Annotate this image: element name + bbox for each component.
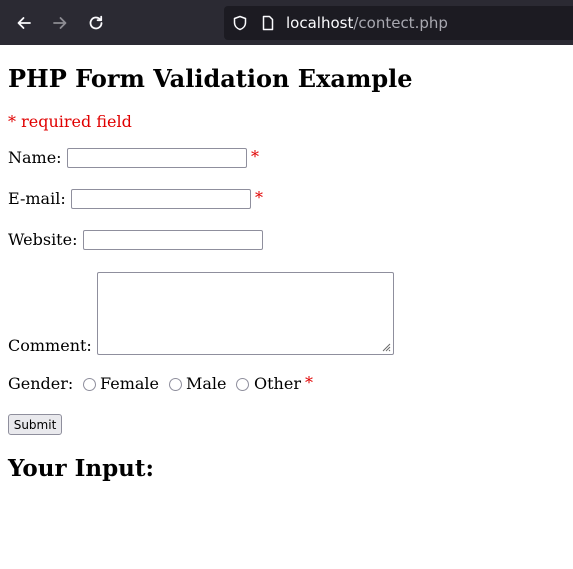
resize-grip-icon[interactable] <box>381 342 391 352</box>
your-input-heading: Your Input: <box>8 455 155 482</box>
reload-icon <box>89 15 103 30</box>
radio-male-label: Male <box>186 374 227 393</box>
name-label: Name: <box>8 148 62 167</box>
forward-arrow-icon <box>53 17 67 29</box>
required-field-note: * required field <box>8 112 132 131</box>
tracking-shield-icon[interactable] <box>232 15 248 31</box>
radio-other-label: Other <box>254 374 301 393</box>
name-required-marker: * <box>251 147 259 166</box>
page-info-icon[interactable] <box>260 15 276 31</box>
url-bar[interactable]: localhost/contect.php <box>224 6 573 40</box>
email-required-marker: * <box>255 188 263 207</box>
website-input[interactable] <box>83 230 263 250</box>
submit-button[interactable]: Submit <box>8 414 62 435</box>
radio-female-label: Female <box>100 374 159 393</box>
reload-button[interactable] <box>81 8 111 38</box>
comment-label: Comment: <box>8 336 92 355</box>
gender-label: Gender: <box>8 374 74 393</box>
back-arrow-icon <box>17 17 31 29</box>
gender-required-marker: * <box>305 373 313 392</box>
email-input[interactable] <box>71 189 251 209</box>
radio-female[interactable] <box>83 378 96 391</box>
back-button[interactable] <box>9 8 39 38</box>
forward-button[interactable] <box>45 8 75 38</box>
page-title: PHP Form Validation Example <box>8 64 413 93</box>
url-path: /contect.php <box>353 14 448 32</box>
radio-male[interactable] <box>169 378 182 391</box>
radio-other[interactable] <box>236 378 249 391</box>
url-host: localhost <box>286 14 354 32</box>
comment-textarea[interactable] <box>97 272 394 355</box>
url-text[interactable]: localhost/contect.php <box>286 13 448 33</box>
email-label: E-mail: <box>8 189 66 208</box>
website-label: Website: <box>8 230 78 249</box>
name-input[interactable] <box>67 148 247 168</box>
browser-toolbar: localhost/contect.php <box>0 0 573 45</box>
